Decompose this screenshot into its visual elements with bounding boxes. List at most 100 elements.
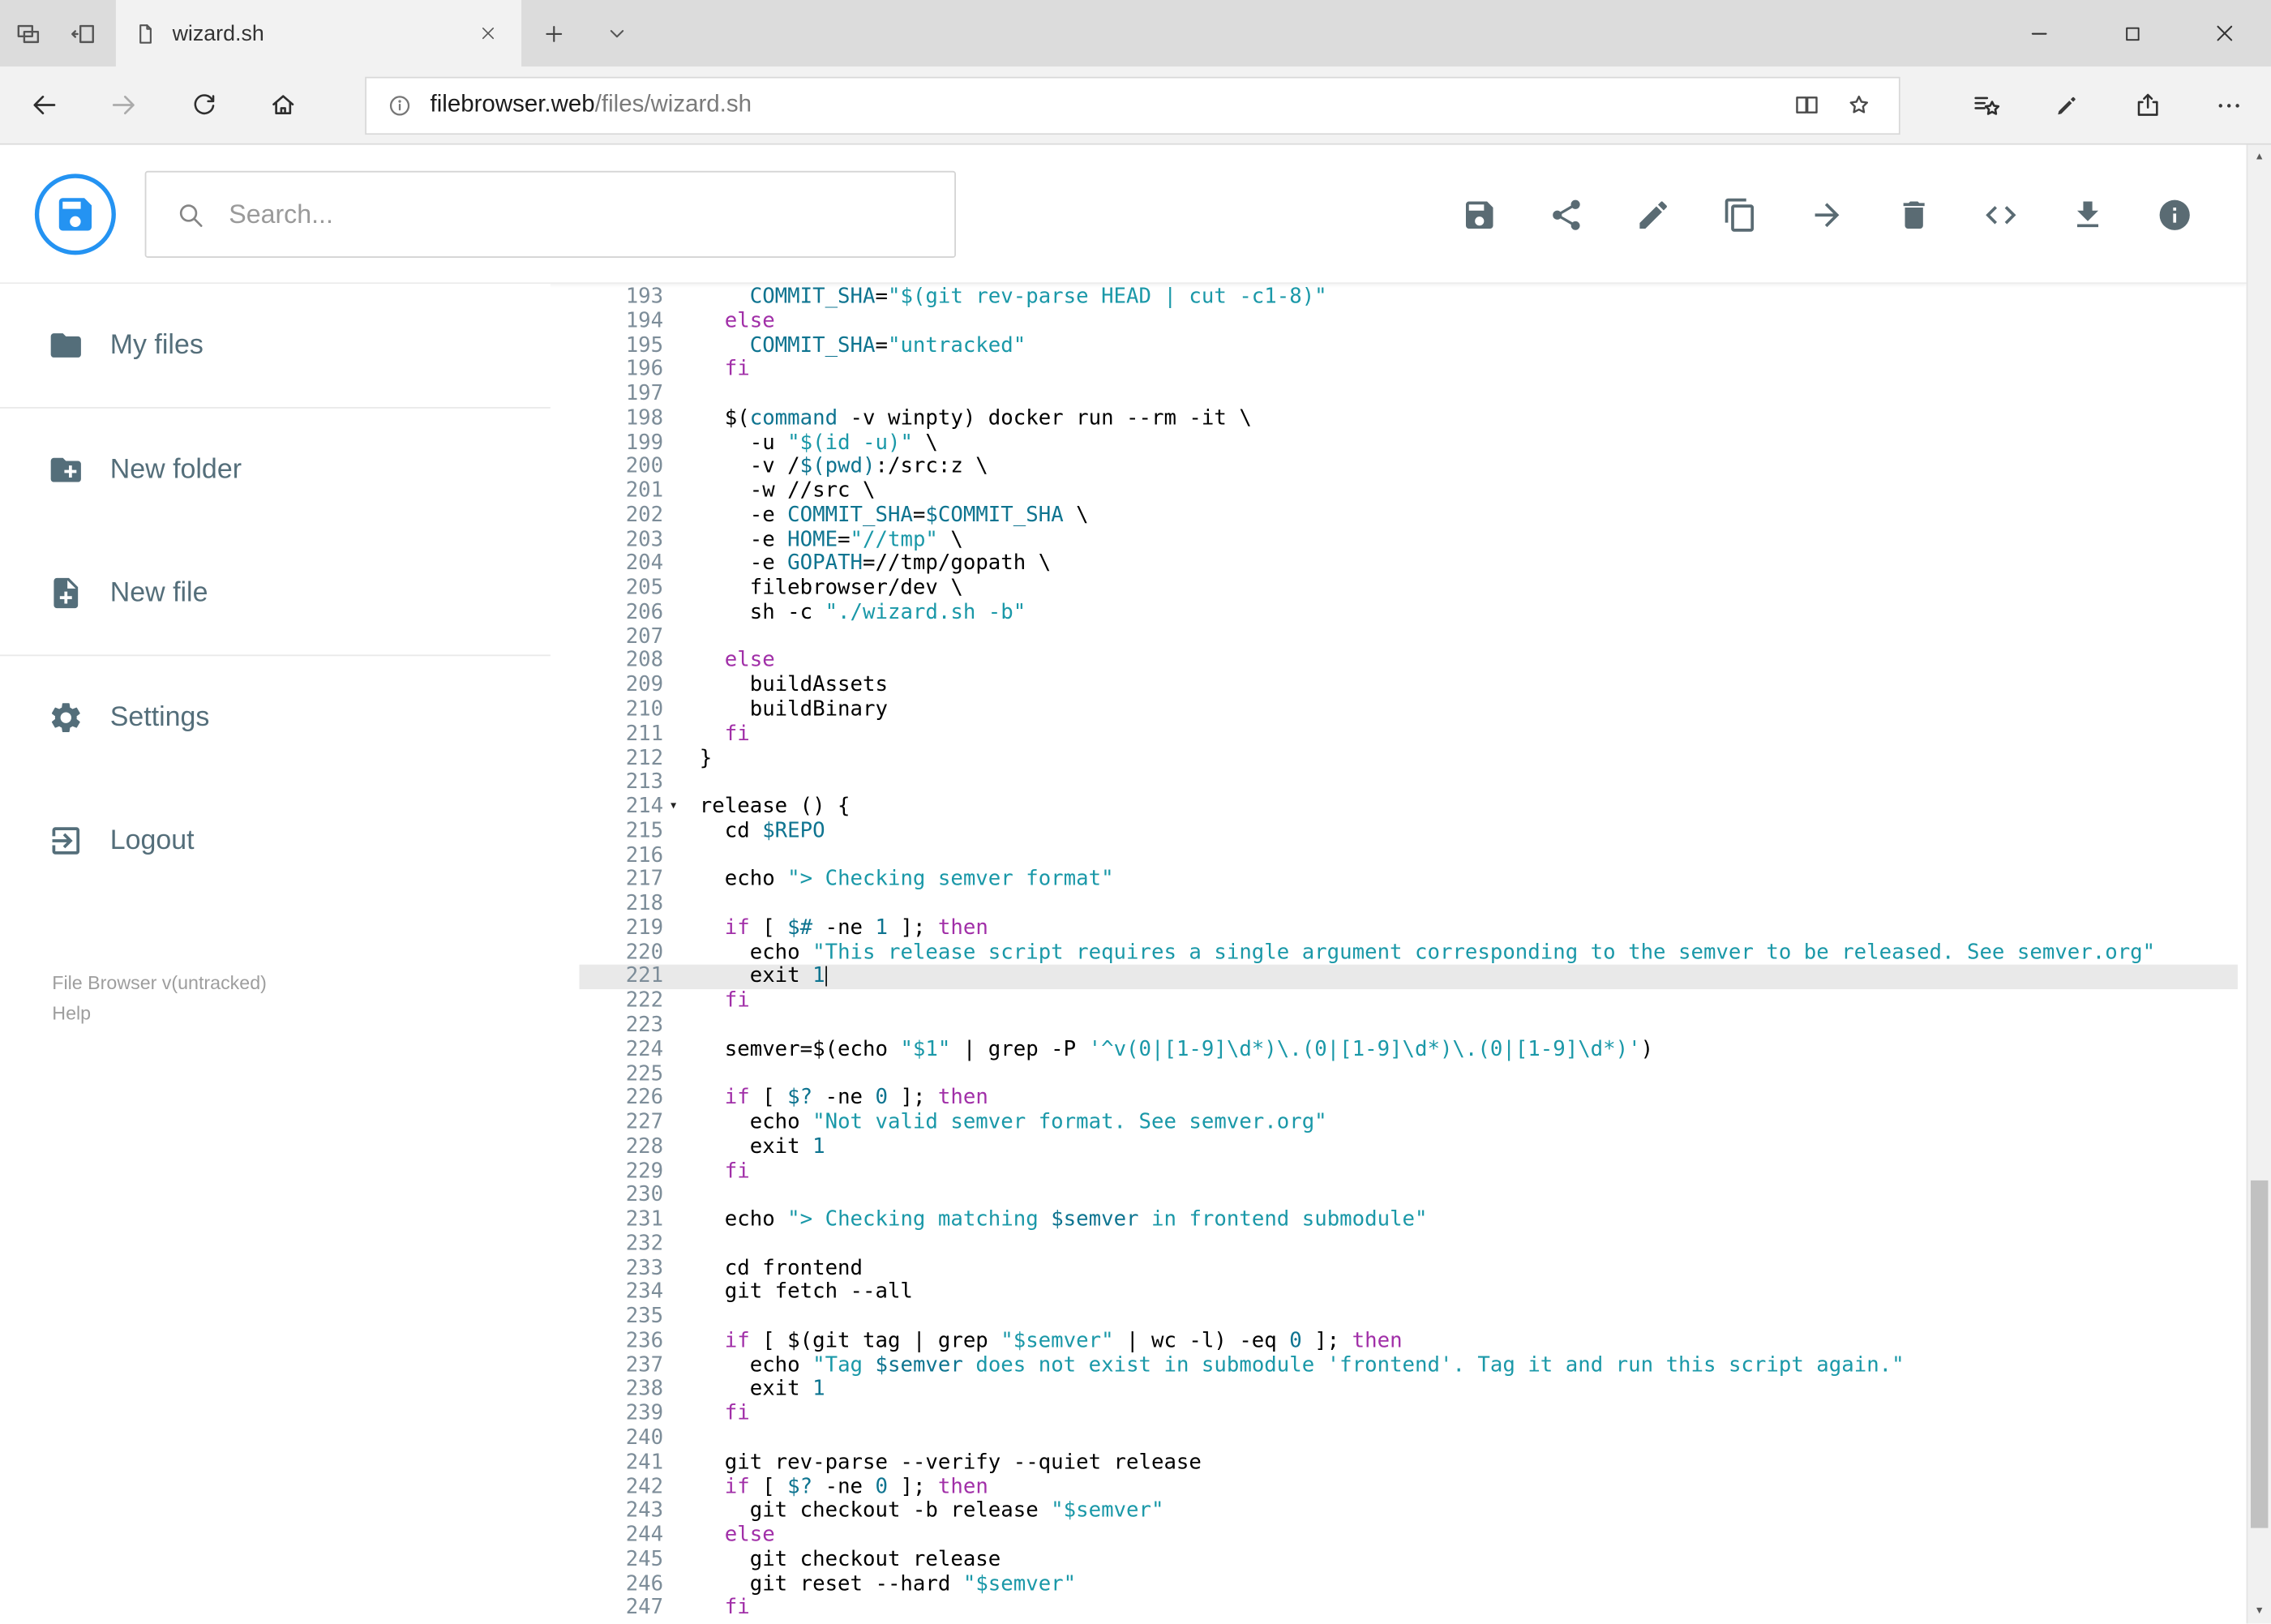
scroll-down-button[interactable]: ▼ xyxy=(2247,1599,2271,1623)
code-line-227[interactable]: 227 echo "Not valid semver format. See s… xyxy=(580,1111,2238,1135)
code-line-246[interactable]: 246 git reset --hard "$semver" xyxy=(580,1572,2238,1596)
search-box[interactable] xyxy=(144,170,956,258)
delete-button[interactable] xyxy=(1896,196,1932,233)
back-button[interactable] xyxy=(4,66,84,144)
code-line-245[interactable]: 245 git checkout release xyxy=(580,1548,2238,1572)
code-line-238[interactable]: 238 exit 1 xyxy=(580,1378,2238,1403)
download-button[interactable] xyxy=(2070,196,2106,233)
set-tabs-aside-button[interactable] xyxy=(55,0,110,66)
code-line-218[interactable]: 218 xyxy=(580,893,2238,917)
sidebar-item-settings[interactable]: Settings xyxy=(0,656,551,779)
code-line-200[interactable]: 200 -v /$(pwd):/src:z \ xyxy=(580,456,2238,480)
close-button[interactable] xyxy=(2179,0,2271,66)
code-line-223[interactable]: 223 xyxy=(580,1013,2238,1038)
code-line-204[interactable]: 204 -e GOPATH=//tmp/gopath \ xyxy=(580,552,2238,576)
code-editor[interactable]: 193 COMMIT_SHA="$(git rev-parse HEAD | c… xyxy=(579,285,2238,1621)
code-line-198[interactable]: 198 $(command -v winpty) docker run --rm… xyxy=(580,407,2238,431)
code-line-228[interactable]: 228 exit 1 xyxy=(580,1135,2238,1159)
search-input[interactable] xyxy=(229,199,926,230)
help-link[interactable]: Help xyxy=(52,998,551,1029)
tab-preview-button[interactable] xyxy=(0,0,55,66)
sidebar-item-new-file[interactable]: New file xyxy=(0,532,551,655)
fold-arrow-icon[interactable]: ▾ xyxy=(663,795,700,820)
scrollbar[interactable]: ▲ ▼ xyxy=(2246,144,2271,1624)
new-tab-button[interactable] xyxy=(521,0,585,66)
code-line-222[interactable]: 222 fi xyxy=(580,989,2238,1013)
sidebar-item-my-files[interactable]: My files xyxy=(0,284,551,407)
code-line-214[interactable]: 214 ▾ release () { xyxy=(580,795,2238,820)
code-line-224[interactable]: 224 semver=$(echo "$1" | grep -P '^v(0|[… xyxy=(580,1038,2238,1062)
home-button[interactable] xyxy=(243,66,323,144)
code-line-219[interactable]: 219 if [ $# -ne 1 ]; then xyxy=(580,917,2238,941)
sidebar-item-new-folder[interactable]: New folder xyxy=(0,409,551,532)
code-line-221[interactable]: 221 exit 1 xyxy=(579,965,2238,990)
code-line-235[interactable]: 235 xyxy=(580,1305,2238,1330)
code-line-201[interactable]: 201 -w //src \ xyxy=(580,480,2238,504)
code-line-236[interactable]: 236 if [ $(git tag | grep "$semver" | wc… xyxy=(580,1330,2238,1354)
scroll-up-button[interactable]: ▲ xyxy=(2247,145,2271,169)
more-menu-button[interactable] xyxy=(2188,66,2269,144)
code-line-231[interactable]: 231 echo "> Checking matching $semver in… xyxy=(580,1208,2238,1232)
copy-button[interactable] xyxy=(1722,196,1759,233)
code-line-230[interactable]: 230 xyxy=(580,1184,2238,1208)
move-button[interactable] xyxy=(1809,196,1845,233)
code-line-202[interactable]: 202 -e COMMIT_SHA=$COMMIT_SHA \ xyxy=(580,503,2238,528)
forward-button[interactable] xyxy=(84,66,164,144)
code-line-196[interactable]: 196 fi xyxy=(580,358,2238,383)
annotate-button[interactable] xyxy=(2026,66,2107,144)
code-line-217[interactable]: 217 echo "> Checking semver format" xyxy=(580,868,2238,893)
browser-tab[interactable]: wizard.sh xyxy=(115,0,522,67)
reading-view-button[interactable] xyxy=(1780,78,1832,133)
code-line-194[interactable]: 194 else xyxy=(580,310,2238,334)
filebrowser-logo[interactable] xyxy=(34,174,116,255)
code-line-195[interactable]: 195 COMMIT_SHA="untracked" xyxy=(580,334,2238,358)
code-button[interactable] xyxy=(1983,196,2020,233)
code-line-207[interactable]: 207 xyxy=(580,625,2238,649)
code-line-241[interactable]: 241 git rev-parse --verify --quiet relea… xyxy=(580,1450,2238,1475)
code-line-242[interactable]: 242 if [ $? -ne 0 ]; then xyxy=(580,1475,2238,1499)
code-line-215[interactable]: 215 cd $REPO xyxy=(580,820,2238,844)
code-line-208[interactable]: 208 else xyxy=(580,649,2238,674)
code-line-243[interactable]: 243 git checkout -b release "$semver" xyxy=(580,1499,2238,1523)
code-line-229[interactable]: 229 fi xyxy=(580,1159,2238,1184)
code-line-220[interactable]: 220 echo "This release script requires a… xyxy=(580,941,2238,966)
code-line-247[interactable]: 247 fi xyxy=(580,1596,2238,1621)
sidebar-item-logout[interactable]: Logout xyxy=(0,779,551,902)
code-line-240[interactable]: 240 xyxy=(580,1427,2238,1451)
edit-button[interactable] xyxy=(1635,196,1672,233)
code-line-244[interactable]: 244 else xyxy=(580,1523,2238,1548)
refresh-button[interactable] xyxy=(164,66,243,144)
code-line-199[interactable]: 199 -u "$(id -u)" \ xyxy=(580,431,2238,456)
site-info-icon[interactable] xyxy=(387,92,413,118)
code-line-237[interactable]: 237 echo "Tag $semver does not exist in … xyxy=(580,1354,2238,1378)
code-line-210[interactable]: 210 buildBinary xyxy=(580,698,2238,722)
code-line-213[interactable]: 213 xyxy=(580,771,2238,795)
tab-list-button[interactable] xyxy=(585,0,649,66)
code-line-206[interactable]: 206 sh -c "./wizard.sh -b" xyxy=(580,601,2238,625)
code-line-212[interactable]: 212} xyxy=(580,747,2238,771)
code-line-216[interactable]: 216 xyxy=(580,844,2238,868)
code-line-233[interactable]: 233 cd frontend xyxy=(580,1257,2238,1281)
scrollbar-thumb[interactable] xyxy=(2250,1180,2269,1528)
code-line-209[interactable]: 209 buildAssets xyxy=(580,674,2238,698)
save-button[interactable] xyxy=(1461,196,1498,233)
code-line-203[interactable]: 203 -e HOME="//tmp" \ xyxy=(580,528,2238,552)
code-line-211[interactable]: 211 fi xyxy=(580,722,2238,747)
code-line-239[interactable]: 239 fi xyxy=(580,1403,2238,1427)
code-line-205[interactable]: 205 filebrowser/dev \ xyxy=(580,576,2238,601)
code-line-193[interactable]: 193 COMMIT_SHA="$(git rev-parse HEAD | c… xyxy=(580,285,2238,310)
tab-close-button[interactable] xyxy=(472,17,503,49)
address-bar[interactable]: filebrowser.web/files/wizard.sh xyxy=(365,75,1900,135)
code-line-197[interactable]: 197 xyxy=(580,383,2238,407)
share-button[interactable] xyxy=(1549,196,1585,233)
code-line-232[interactable]: 232 xyxy=(580,1232,2238,1257)
favorite-star-button[interactable] xyxy=(1832,78,1884,133)
hub-button[interactable] xyxy=(1945,66,2026,144)
code-line-234[interactable]: 234 git fetch --all xyxy=(580,1281,2238,1305)
code-line-226[interactable]: 226 if [ $? -ne 0 ]; then xyxy=(580,1086,2238,1111)
minimize-button[interactable] xyxy=(1993,0,2085,66)
code-line-225[interactable]: 225 xyxy=(580,1062,2238,1086)
info-button[interactable] xyxy=(2157,196,2193,233)
maximize-button[interactable] xyxy=(2085,0,2178,66)
share-page-button[interactable] xyxy=(2107,66,2188,144)
